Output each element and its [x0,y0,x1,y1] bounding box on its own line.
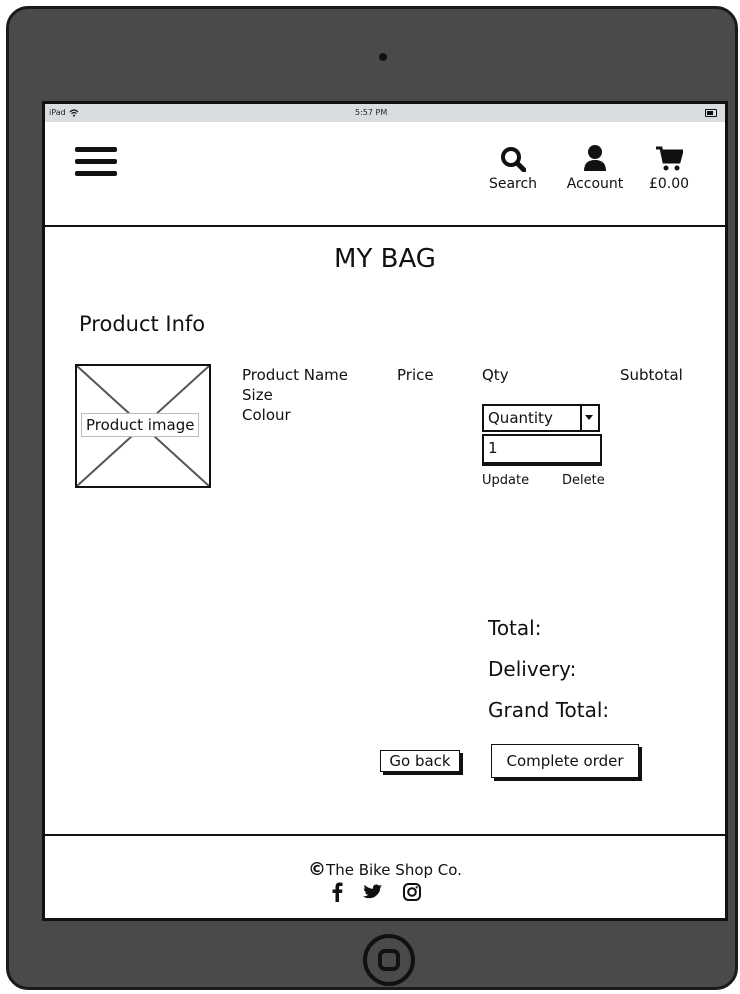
qty-header: Qty [482,366,509,384]
menu-icon[interactable] [75,147,117,183]
update-link[interactable]: Update [482,473,529,488]
delivery-label: Delivery: [488,657,577,681]
copyright-icon: © [308,859,327,880]
copyright-text: The Bike Shop Co. [326,861,462,879]
facebook-icon[interactable] [331,882,343,902]
quantity-value: 1 [488,439,498,457]
quantity-input[interactable]: 1 [482,434,602,466]
footer-divider [45,834,725,836]
total-label: Total: [488,616,542,640]
product-image: Product image [75,364,211,488]
instagram-icon[interactable] [403,883,421,901]
status-left: iPad [49,108,79,117]
quantity-select[interactable]: Quantity [482,404,600,432]
search-label: Search [488,176,538,192]
product-name: Product Name [242,366,348,384]
camera-dot [379,53,387,61]
quantity-select-value: Quantity [488,409,553,427]
home-button-icon [378,949,400,971]
section-title: Product Info [79,312,206,336]
copyright: ©The Bike Shop Co. [45,859,725,880]
wifi-icon [69,108,79,117]
product-image-label: Product image [81,413,200,437]
complete-order-button[interactable]: Complete order [491,744,639,778]
header-divider [45,225,725,227]
bag-button[interactable]: £0.00 [643,142,695,192]
twitter-icon[interactable] [363,884,383,901]
go-back-button[interactable]: Go back [380,750,460,772]
status-bar: iPad 5:57 PM [45,104,725,122]
grand-total-label: Grand Total: [488,698,610,722]
social-links [331,882,421,902]
chevron-down-icon [580,406,598,430]
user-icon [584,145,606,171]
cart-icon [656,146,683,171]
delete-link[interactable]: Delete [562,473,605,488]
product-size: Size [242,386,273,404]
battery-icon [705,109,717,117]
account-label: Account [566,176,624,192]
price-header: Price [397,366,434,384]
device-label: iPad [49,108,66,117]
status-time: 5:57 PM [355,108,388,117]
bag-total: £0.00 [648,176,690,192]
search-button[interactable]: Search [485,142,541,192]
account-button[interactable]: Account [559,142,631,192]
page-title: MY BAG [334,244,436,274]
home-button[interactable] [363,934,415,986]
screen: iPad 5:57 PM Search Account £0.00 MY BAG… [42,101,728,921]
product-colour: Colour [242,406,291,424]
search-icon [501,147,526,172]
subtotal-header: Subtotal [620,366,683,384]
tablet-frame: iPad 5:57 PM Search Account £0.00 MY BAG… [6,6,738,990]
